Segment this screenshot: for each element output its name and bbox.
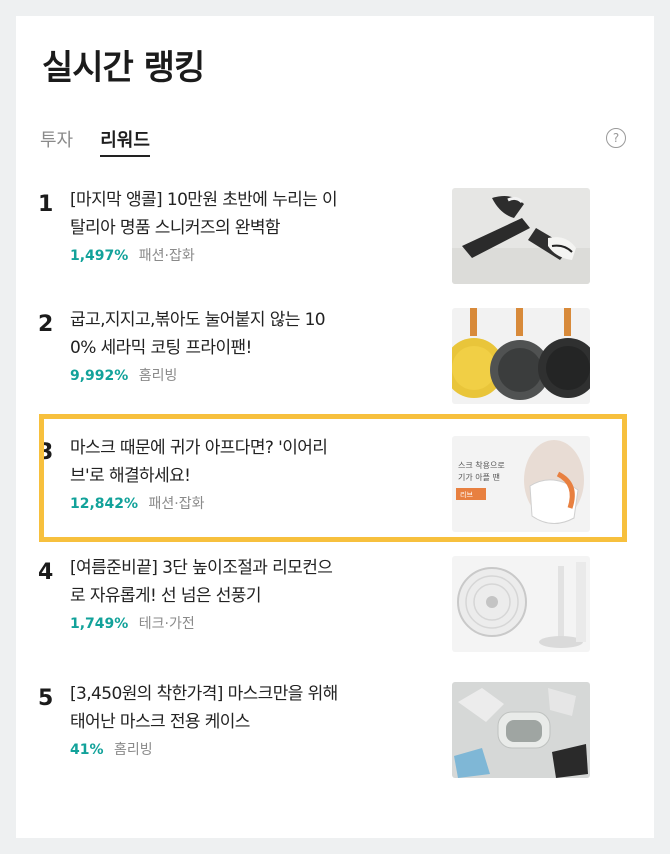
item-headline: [마지막 앵콜] 10만원 초반에 누리는 이 탈리아 명품 스니커즈의 완벽함 xyxy=(70,186,434,242)
help-icon[interactable]: ? xyxy=(606,128,626,148)
headline-line-2: 태어난 마스크 전용 케이스 xyxy=(70,712,250,732)
page-title: 실시간 랭킹 xyxy=(42,48,205,88)
rank-number: 2 xyxy=(38,312,54,337)
frying-pans-photo[interactable] xyxy=(452,308,590,404)
rank-number: 5 xyxy=(38,686,54,711)
item-text: [3,450원의 착한가격] 마스크만을 위해 태어난 마스크 전용 케이스 4… xyxy=(70,680,434,759)
item-meta: 9,992% 홈리빙 xyxy=(70,365,434,385)
fan-photo[interactable] xyxy=(452,556,590,652)
item-text: [여름준비끝] 3단 높이조절과 리모컨으 로 자유롭게! 선 넘은 선풍기 1… xyxy=(70,554,434,633)
mask-case-photo[interactable] xyxy=(452,682,590,778)
item-headline: [여름준비끝] 3단 높이조절과 리모컨으 로 자유롭게! 선 넘은 선풍기 xyxy=(70,554,434,610)
headline-line-1: 굽고,지지고,볶아도 눌어붙지 않는 10 xyxy=(70,310,326,330)
item-text: [마지막 앵콜] 10만원 초반에 누리는 이 탈리아 명품 스니커즈의 완벽함… xyxy=(70,186,434,265)
sneakers-photo[interactable] xyxy=(452,188,590,284)
headline-line-2: 로 자유롭게! 선 넘은 선풍기 xyxy=(70,586,261,606)
item-headline: [3,450원의 착한가격] 마스크만을 위해 태어난 마스크 전용 케이스 xyxy=(70,680,434,736)
item-text: 굽고,지지고,볶아도 눌어붙지 않는 10 0% 세라믹 코팅 프라이팬! 9,… xyxy=(70,306,434,385)
item-meta: 41% 홈리빙 xyxy=(70,739,434,759)
category-label: 홈리빙 xyxy=(138,368,178,384)
headline-line-1: [여름준비끝] 3단 높이조절과 리모컨으 xyxy=(70,558,333,578)
headline-line-1: [마지막 앵콜] 10만원 초반에 누리는 이 xyxy=(70,190,338,210)
ranking-item-2[interactable]: 2 굽고,지지고,볶아도 눌어붙지 않는 10 0% 세라믹 코팅 프라이팬! … xyxy=(38,306,596,404)
category-label: 테크·가전 xyxy=(138,616,195,632)
headline-line-1: [3,450원의 착한가격] 마스크만을 위해 xyxy=(70,684,338,704)
tab-reward[interactable]: 리워드 xyxy=(100,126,150,157)
ranking-item-4[interactable]: 4 [여름준비끝] 3단 높이조절과 리모컨으 로 자유롭게! 선 넘은 선풍기… xyxy=(38,554,596,652)
highlight-frame xyxy=(39,414,627,542)
funding-percent: 1,749% xyxy=(70,616,129,632)
item-meta: 1,497% 패션·잡화 xyxy=(70,245,434,265)
item-meta: 1,749% 테크·가전 xyxy=(70,613,434,633)
tab-investment[interactable]: 투자 xyxy=(40,126,73,155)
ranking-item-1[interactable]: 1 [마지막 앵콜] 10만원 초반에 누리는 이 탈리아 명품 스니커즈의 완… xyxy=(38,186,596,284)
ranking-item-5[interactable]: 5 [3,450원의 착한가격] 마스크만을 위해 태어난 마스크 전용 케이스… xyxy=(38,680,596,778)
category-label: 패션·잡화 xyxy=(138,248,195,264)
category-label: 홈리빙 xyxy=(113,742,153,758)
ranking-tabs: 투자 리워드 xyxy=(40,126,172,157)
headline-line-2: 탈리아 명품 스니커즈의 완벽함 xyxy=(70,218,281,238)
item-headline: 굽고,지지고,볶아도 눌어붙지 않는 10 0% 세라믹 코팅 프라이팬! xyxy=(70,306,434,362)
rank-number: 1 xyxy=(38,192,54,217)
headline-line-2: 0% 세라믹 코팅 프라이팬! xyxy=(70,338,252,358)
funding-percent: 9,992% xyxy=(70,368,129,384)
funding-percent: 1,497% xyxy=(70,248,129,264)
rank-number: 4 xyxy=(38,560,54,585)
funding-percent: 41% xyxy=(70,742,104,758)
